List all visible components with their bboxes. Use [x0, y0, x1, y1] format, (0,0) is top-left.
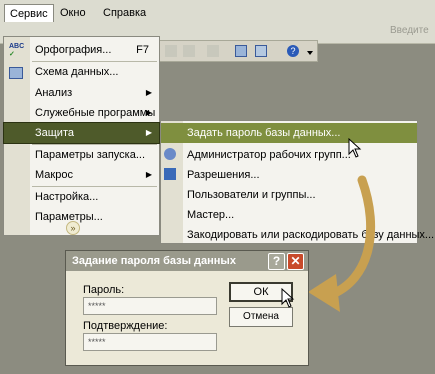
submenu-item-workgroup-admin[interactable]: Администратор рабочих групп... — [161, 145, 417, 165]
menu-service[interactable]: Сервис — [4, 4, 54, 22]
menu-item-security[interactable]: Защита ▶ — [3, 122, 160, 144]
menu-item-label: Служебные программы — [35, 107, 156, 119]
menu-item-label: Схема данных... — [35, 66, 119, 78]
menu-item-label: Разрешения... — [187, 169, 260, 181]
menu-item-startup[interactable]: Параметры запуска... — [4, 145, 159, 165]
menu-item-label: Настройка... — [35, 191, 99, 203]
menu-help[interactable]: Справка — [98, 4, 151, 22]
submenu-arrow-icon: ▶ — [145, 128, 152, 137]
mouse-cursor-icon — [348, 138, 362, 158]
workgroup-icon — [164, 148, 176, 160]
submenu-item-set-password[interactable]: Задать пароль базы данных... — [161, 123, 417, 143]
permissions-icon — [164, 168, 176, 180]
toolbar-button-icon[interactable] — [165, 45, 177, 57]
menu-item-label: Администратор рабочих групп... — [187, 149, 351, 161]
menu-window[interactable]: Окно — [55, 4, 91, 22]
menu-item-label: Параметры запуска... — [35, 149, 146, 161]
menu-item-label: Мастер... — [187, 209, 235, 221]
menu-item-label: Защита — [35, 127, 74, 139]
submenu-arrow-icon: ▶ — [145, 88, 152, 97]
toolbar: ? — [158, 40, 318, 62]
menu-item-utilities[interactable]: Служебные программы ▶ — [4, 103, 159, 123]
menu-item-macro[interactable]: Макрос ▶ — [4, 165, 159, 185]
toolbar-options-icon[interactable] — [307, 51, 313, 55]
menu-item-label: Задать пароль базы данных... — [187, 127, 341, 139]
menu-item-spelling[interactable]: ABC ✓ Орфография... F7 — [4, 40, 159, 60]
spelling-icon: ABC ✓ — [9, 43, 25, 58]
menu-item-options[interactable]: Параметры... — [4, 207, 159, 227]
menu-item-relationships[interactable]: Схема данных... — [4, 62, 159, 82]
menu-item-label: Анализ — [35, 87, 73, 99]
new-object-icon[interactable] — [255, 45, 267, 57]
service-menu: ABC ✓ Орфография... F7 Схема данных... Ан… — [3, 36, 160, 236]
menu-item-label: Макрос — [35, 169, 73, 181]
submenu-arrow-icon: ▶ — [145, 170, 152, 179]
help-search-input[interactable]: Введите — [330, 22, 435, 40]
menu-item-label: Орфография... — [35, 44, 112, 56]
submenu-arrow-icon: ▶ — [145, 108, 152, 117]
confirm-password-field[interactable]: ***** — [83, 333, 217, 351]
toolbar-button-icon[interactable] — [207, 45, 219, 57]
dialog-help-icon[interactable]: ? — [268, 253, 285, 270]
cancel-button[interactable]: Отмена — [229, 307, 293, 327]
relationships-icon[interactable] — [235, 45, 247, 57]
confirm-label: Подтверждение: — [83, 320, 168, 332]
expand-menu-icon[interactable]: » — [66, 221, 80, 235]
password-field[interactable]: ***** — [83, 297, 217, 315]
mouse-cursor-icon — [281, 288, 295, 308]
relationships-icon — [9, 67, 23, 79]
password-label: Пароль: — [83, 284, 125, 296]
toolbar-button-icon[interactable] — [183, 45, 195, 57]
help-icon[interactable]: ? — [287, 45, 299, 57]
menu-item-customize[interactable]: Настройка... — [4, 187, 159, 207]
close-icon[interactable]: ✕ — [287, 253, 304, 270]
menu-item-analysis[interactable]: Анализ ▶ — [4, 83, 159, 103]
menu-item-shortcut: F7 — [136, 44, 149, 56]
